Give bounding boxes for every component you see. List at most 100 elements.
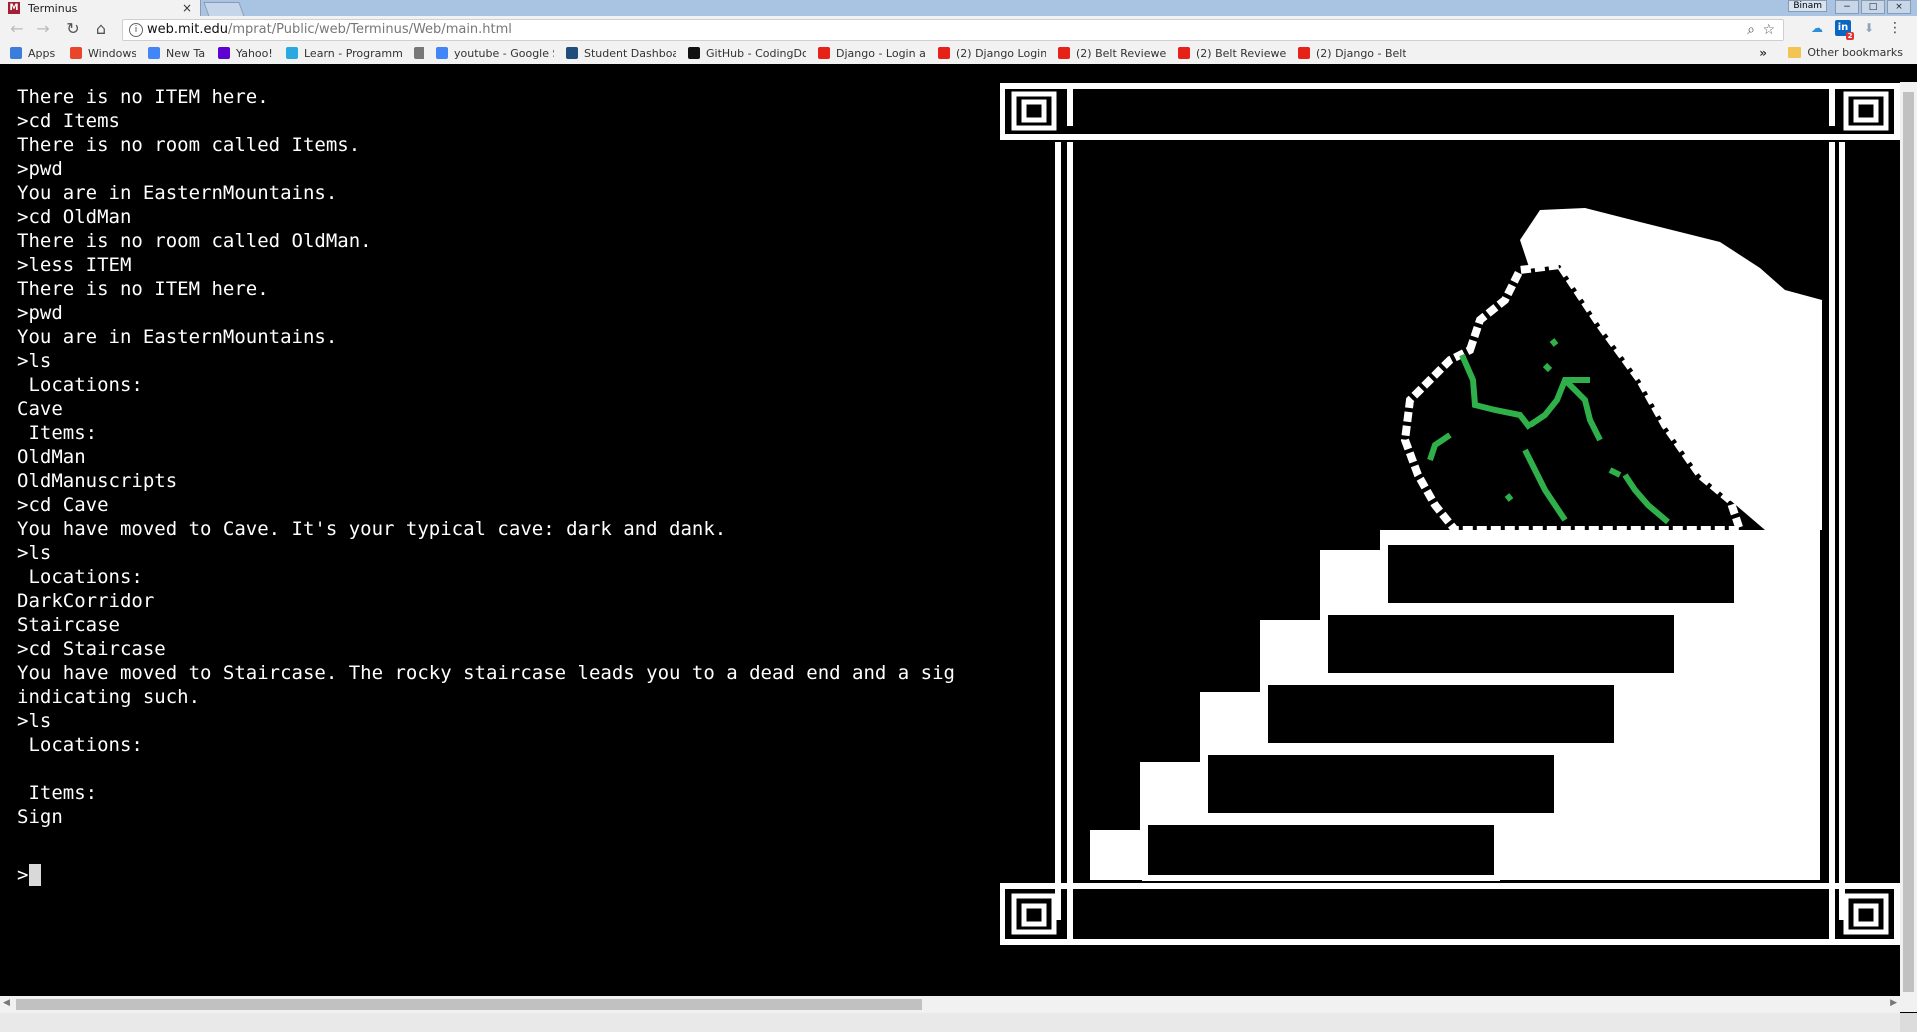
scroll-left-arrow-icon[interactable]: ◀ <box>3 998 10 1008</box>
room-artwork <box>1000 80 1905 1002</box>
close-window-button[interactable]: × <box>1887 0 1911 14</box>
terminal-line: >cd OldMan <box>17 206 132 228</box>
page-icon <box>414 47 424 59</box>
tab-terminus[interactable]: M Terminus × <box>0 0 201 16</box>
mit-favicon-icon: M <box>8 2 20 14</box>
terminal-line: Locations: <box>17 566 143 588</box>
learn-icon <box>286 47 298 59</box>
terminal-line: There is no ITEM here. <box>17 86 269 108</box>
bookmark-item[interactable]: Django - Login and R <box>818 47 926 60</box>
terminal-line: Staircase <box>17 614 120 636</box>
bookmarks-overflow-button[interactable]: » <box>1759 46 1767 60</box>
bookmarks-bar: Apps Windows New Tab Yahoo! Learn - Programm… <box>0 42 1917 64</box>
bookmark-item[interactable]: (2) Belt Reviewer Set <box>1178 47 1286 60</box>
bookmark-item[interactable]: Student Dashboard <box>566 47 676 60</box>
bookmark-item[interactable]: youtube - Google Se <box>436 47 554 60</box>
yahoo-icon <box>218 47 230 59</box>
bookmark-label: Django - Login and R <box>836 46 926 60</box>
home-icon[interactable]: ⌂ <box>92 20 110 38</box>
terminal-line: OldManuscripts <box>17 470 178 492</box>
scroll-right-arrow-icon[interactable]: ▶ <box>1890 998 1897 1008</box>
bookmark-item[interactable]: Apps <box>10 47 58 60</box>
terminal-line: There is no ITEM here. <box>17 278 269 300</box>
bookmark-label: Student Dashboard <box>584 46 676 60</box>
horizontal-scroll-thumb[interactable] <box>16 999 922 1010</box>
back-arrow-icon[interactable]: ← <box>8 20 26 38</box>
forward-arrow-icon[interactable]: → <box>34 20 52 38</box>
bookmark-label: Learn - Programming <box>304 46 402 60</box>
youtube-icon <box>1058 47 1070 59</box>
other-bookmarks-folder[interactable]: Other bookmarks <box>1788 46 1903 59</box>
bookmark-star-icon[interactable]: ☆ <box>1762 20 1775 40</box>
chrome-menu-icon[interactable]: ⋮ <box>1887 20 1903 36</box>
terminal-output[interactable]: There is no ITEM here. >cd Items There is … <box>0 86 980 996</box>
new-tab-button[interactable] <box>203 2 245 17</box>
vertical-scrollbar[interactable] <box>1900 82 1917 1012</box>
bookmark-label: (2) Django - Belt Revi <box>1316 46 1406 60</box>
bookmark-item[interactable]: (2) Django Login and <box>938 47 1046 60</box>
input-prompt: > <box>17 864 29 886</box>
terminal-line: >cd Staircase <box>17 638 166 660</box>
youtube-icon <box>1298 47 1310 59</box>
bookmark-item[interactable] <box>414 47 424 59</box>
bookmark-item[interactable]: GitHub - CodingDojo <box>688 47 806 60</box>
notification-badge: 2 <box>1846 32 1854 40</box>
windows-logo-icon <box>70 47 82 59</box>
bookmark-label: (2) Belt Reviewer Set <box>1196 46 1286 60</box>
bookmark-label: Windows <box>88 46 136 60</box>
google-g-icon <box>436 47 448 59</box>
youtube-icon <box>1178 47 1190 59</box>
terminal-line: >less ITEM <box>17 254 132 276</box>
bookmark-label: (2) Django Login and <box>956 46 1046 60</box>
terminal-line: You are in EasternMountains. <box>17 326 338 348</box>
minimize-button[interactable]: − <box>1835 0 1859 14</box>
scrollbar-corner <box>1900 1013 1917 1032</box>
apps-grid-icon <box>10 47 22 59</box>
cloud-extension-icon[interactable]: ☁ <box>1809 20 1825 36</box>
other-bookmarks-label: Other bookmarks <box>1807 46 1903 59</box>
profile-button[interactable]: Binam <box>1788 0 1827 12</box>
google-g-icon <box>148 47 160 59</box>
bookmark-label: Apps <box>28 46 56 60</box>
terminal-line: You have moved to Cave. It's your typica… <box>17 518 727 540</box>
tab-title: Terminus <box>28 1 78 15</box>
reload-icon[interactable]: ↻ <box>64 20 82 38</box>
bookmark-label: Yahoo! <box>236 46 273 60</box>
youtube-icon <box>938 47 950 59</box>
bookmark-label: New Tab <box>166 46 206 60</box>
bookmark-label: GitHub - CodingDojo <box>706 46 806 60</box>
terminal-line: There is no room called OldMan. <box>17 230 372 252</box>
terminal-line: >ls <box>17 710 52 732</box>
linkedin-extension-icon[interactable]: in 2 <box>1835 20 1854 40</box>
terminal-line: >cd Cave <box>17 494 109 516</box>
terminal-line: Items: <box>17 422 98 444</box>
taskbar-strip <box>0 1013 1900 1032</box>
bookmark-item[interactable]: New Tab <box>148 47 206 60</box>
terminal-line: >ls <box>17 542 52 564</box>
tab-strip: M Terminus × Binam − □ × <box>0 0 1917 17</box>
zoom-icon[interactable]: ⌕ <box>1747 20 1755 40</box>
address-bar[interactable]: i web.mit.edu/mprat/Public/web/Terminus/… <box>122 19 1784 41</box>
text-cursor[interactable] <box>29 864 41 886</box>
terminal-line: >cd Items <box>17 110 120 132</box>
terminal-line: Cave <box>17 398 63 420</box>
bookmark-label: youtube - Google Se <box>454 46 554 60</box>
vertical-scroll-thumb[interactable] <box>1903 92 1914 992</box>
bookmark-item[interactable]: Yahoo! <box>218 47 274 60</box>
bookmark-item[interactable]: (2) Django - Belt Revi <box>1298 47 1406 60</box>
terminal-line: You are in EasternMountains. <box>17 182 338 204</box>
terminal-line: Locations: <box>17 374 143 396</box>
tab-close-icon[interactable]: × <box>180 1 194 15</box>
dashboard-icon <box>566 47 578 59</box>
terminal-line: >ls <box>17 350 52 372</box>
terminal-line: indicating such. <box>17 686 201 708</box>
url-text: web.mit.edu/mprat/Public/web/Terminus/We… <box>147 22 512 37</box>
maximize-button[interactable]: □ <box>1861 0 1885 14</box>
terminal-line: OldMan <box>17 446 86 468</box>
bookmark-item[interactable]: Learn - Programming <box>286 47 402 60</box>
bookmark-item[interactable]: Windows <box>70 47 136 60</box>
bookmark-item[interactable]: (2) Belt Reviewer Part <box>1058 47 1166 60</box>
site-info-icon[interactable]: i <box>129 23 143 37</box>
download-extension-icon[interactable]: ⬇ <box>1861 20 1877 36</box>
horizontal-scrollbar[interactable]: ◀ ▶ <box>0 996 1900 1013</box>
